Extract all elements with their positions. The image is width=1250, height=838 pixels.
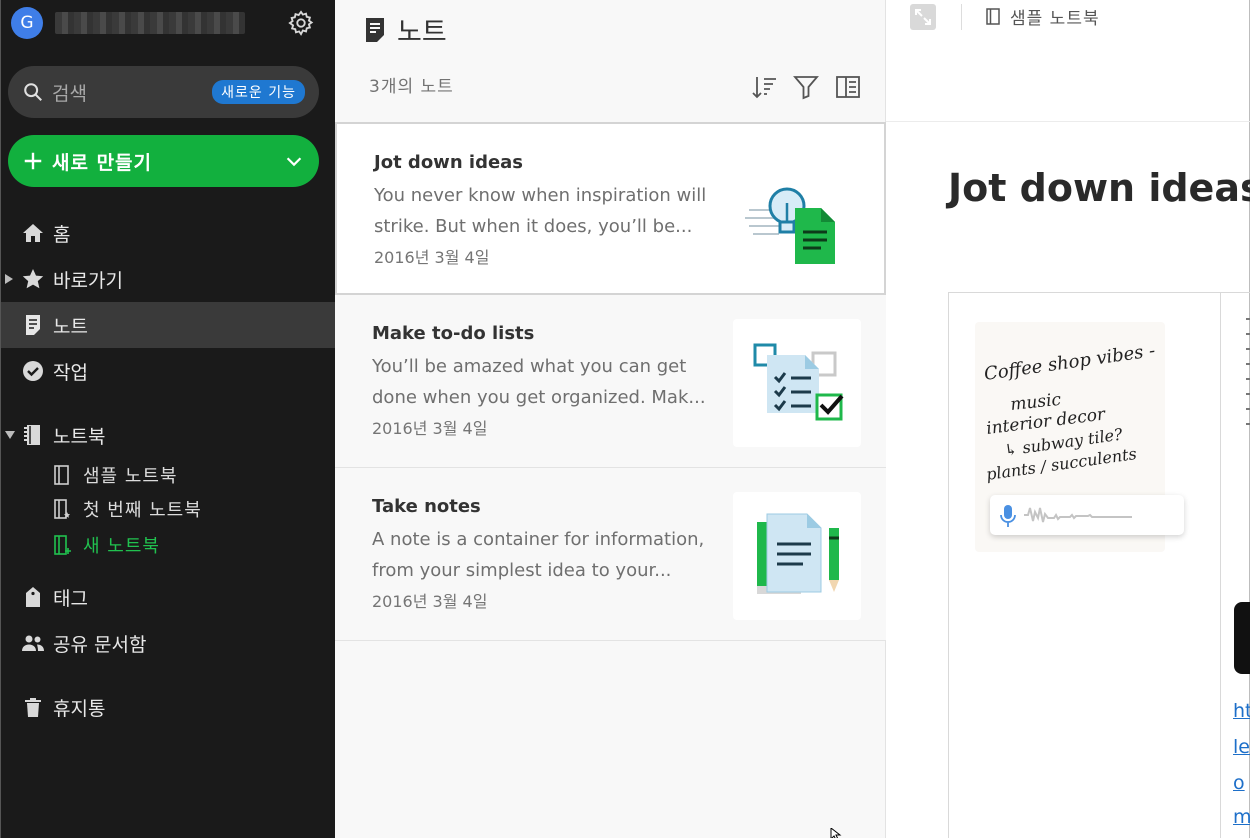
layout-icon[interactable] <box>834 73 862 101</box>
chevron-down-icon[interactable] <box>283 150 305 172</box>
mouse-cursor-icon <box>830 828 842 838</box>
table-column-divider <box>1220 292 1221 838</box>
new-feature-badge: 새로운 기능 <box>212 80 305 104</box>
note-title: Take notes <box>372 496 481 517</box>
expand-icon[interactable] <box>910 4 936 30</box>
create-new-label: 새로 만들기 <box>52 151 153 174</box>
sketch-line: Coffee shop vibes - <box>983 340 1157 385</box>
notebook-sample-label: 샘플 노트북 <box>83 466 178 487</box>
nav-trash-label: 휴지통 <box>53 697 106 720</box>
notebook-add-icon <box>54 535 71 555</box>
notebook-sample[interactable]: 샘플 노트북 <box>53 459 178 491</box>
floating-dark-button[interactable] <box>1234 602 1250 674</box>
documents-note-thumbnail <box>733 492 861 620</box>
nav-tags-label: 태그 <box>53 587 88 610</box>
nav-tasks[interactable]: 작업 <box>1 348 335 394</box>
nav-shared[interactable]: 공유 문서함 <box>1 620 335 666</box>
toolbar-divider <box>961 4 962 30</box>
people-icon <box>22 635 44 651</box>
nav-home-label: 홈 <box>53 223 71 246</box>
editor-toolbar: 샘플 노트북 <box>886 0 1250 122</box>
note-card[interactable]: Take notes A note is a container for inf… <box>335 468 886 641</box>
nav-trash[interactable]: 휴지통 <box>1 684 335 730</box>
nav-shortcuts[interactable]: 바로가기 <box>1 256 335 302</box>
star-icon <box>22 269 44 289</box>
note-list-header: 노트 3개의 노트 <box>335 0 886 122</box>
nav-tasks-label: 작업 <box>53 361 88 384</box>
note-list-title: 노트 <box>363 10 447 49</box>
note-snippet: You never know when inspiration will str… <box>374 185 707 237</box>
notebook-first-label: 첫 번째 노트북 <box>83 500 202 521</box>
notebook-outline-icon <box>986 8 1000 25</box>
note-date: 2016년 3월 4일 <box>372 592 488 611</box>
trash-icon <box>25 698 41 717</box>
notebook-default-icon <box>54 499 70 519</box>
note-date: 2016년 3월 4일 <box>372 419 488 438</box>
account-switcher[interactable]: G <box>11 7 245 39</box>
filter-icon[interactable] <box>792 73 820 101</box>
plus-icon <box>24 152 42 170</box>
check-circle-icon <box>23 361 43 381</box>
notebook-outline-icon <box>54 465 69 485</box>
nav-home[interactable]: 홈 <box>1 210 335 256</box>
account-name-blurred <box>55 12 245 34</box>
notebook-new[interactable]: 새 노트북 <box>53 529 160 561</box>
search-input[interactable]: 검색 <box>52 79 212 106</box>
note-icon <box>26 315 40 335</box>
home-icon <box>23 224 43 242</box>
note-editor: 샘플 노트북 Jot down ideas Coffee shop vibes … <box>886 0 1250 838</box>
note-title: Make to-do lists <box>372 323 535 344</box>
avatar[interactable]: G <box>11 7 43 39</box>
clipped-text-edge <box>1246 318 1250 428</box>
checklist-note-thumbnail <box>733 319 861 447</box>
note-count: 3개의 노트 <box>369 77 454 97</box>
link-fragment[interactable]: le <box>1233 736 1250 758</box>
breadcrumb[interactable]: 샘플 노트북 <box>986 4 1100 29</box>
nav-shortcuts-label: 바로가기 <box>53 269 123 292</box>
link-fragment[interactable]: m <box>1233 806 1250 828</box>
nav-tags[interactable]: 태그 <box>1 574 335 620</box>
sidebar: G 검색 새로운 기능 새로 만들기 홈 바로가기 노트 작업 노트북 샘플 노… <box>0 0 335 838</box>
note-list-title-text: 노트 <box>397 17 447 48</box>
note-card[interactable]: Jot down ideas You never know when inspi… <box>335 122 886 295</box>
note-date: 2016년 3월 4일 <box>374 248 490 267</box>
search-icon <box>24 83 42 101</box>
notebook-first[interactable]: 첫 번째 노트북 <box>53 493 202 525</box>
sort-icon[interactable] <box>750 73 778 101</box>
nav-notes[interactable]: 노트 <box>1 302 335 348</box>
nav-shared-label: 공유 문서함 <box>53 633 147 656</box>
nav-notebooks-label: 노트북 <box>53 425 106 448</box>
note-snippet: You’ll be amazed what you can get done w… <box>372 356 706 408</box>
create-new-button[interactable]: 새로 만들기 <box>8 135 319 187</box>
link-fragment[interactable]: o <box>1233 772 1245 794</box>
search-bar[interactable]: 검색 새로운 기능 <box>8 66 319 118</box>
audio-recording-widget[interactable] <box>990 495 1184 535</box>
note-title: Jot down ideas <box>374 152 524 173</box>
note-snippet: A note is a container for information, f… <box>372 529 705 581</box>
note-card[interactable]: Make to-do lists You’ll be amazed what y… <box>335 295 886 468</box>
notebook-icon <box>24 425 40 445</box>
notebook-new-label: 새 노트북 <box>83 536 160 557</box>
nav-notes-label: 노트 <box>53 315 88 338</box>
breadcrumb-notebook: 샘플 노트북 <box>1010 9 1100 29</box>
link-fragment[interactable]: ht <box>1233 700 1250 722</box>
note-list-panel: 노트 3개의 노트 Jot down ideas You never know … <box>335 0 886 838</box>
note-title-heading[interactable]: Jot down ideas <box>948 166 1250 210</box>
lightbulb-note-thumbnail <box>745 187 835 264</box>
gear-icon[interactable] <box>287 9 315 37</box>
tag-icon <box>26 587 40 607</box>
note-icon <box>366 17 384 42</box>
nav-notebooks[interactable]: 노트북 <box>1 412 335 458</box>
